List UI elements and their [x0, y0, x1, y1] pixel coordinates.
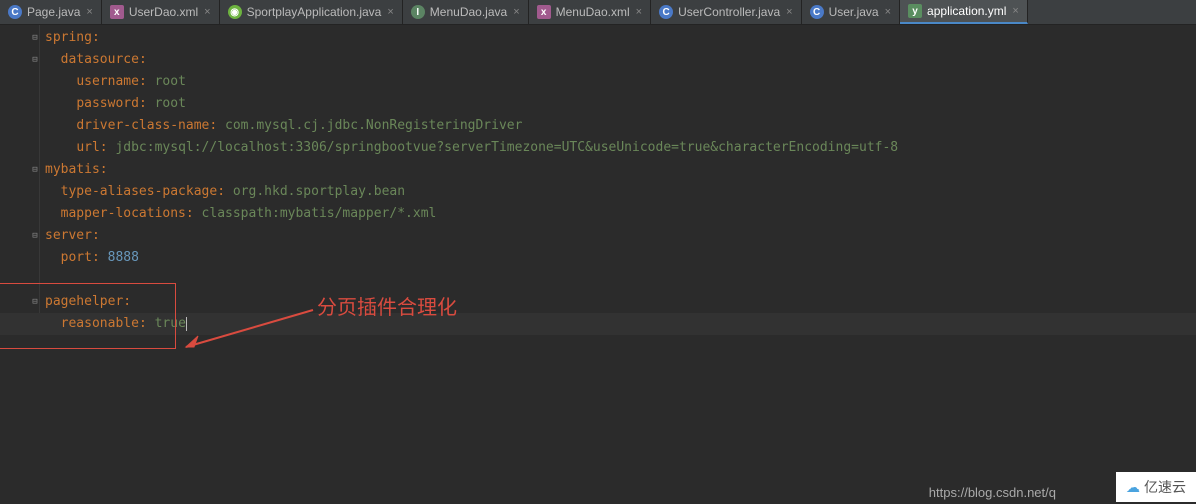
tab-label: UserController.java — [678, 5, 780, 19]
fold-icon[interactable]: ⊟ — [30, 225, 40, 247]
watermark-brand: ☁ 亿速云 — [1116, 472, 1196, 502]
fold-icon[interactable]: ⊟ — [30, 159, 40, 181]
yml-icon: y — [908, 4, 922, 18]
code-line: datasource: — [45, 49, 1196, 71]
close-icon[interactable]: × — [1012, 5, 1018, 17]
close-icon[interactable]: × — [387, 6, 393, 18]
annotation-text: 分页插件合理化 — [317, 297, 457, 319]
cloud-icon: ☁ — [1126, 479, 1140, 496]
code-editor[interactable]: spring: datasource: username: root passw… — [0, 25, 1196, 335]
fold-icon[interactable]: ⊟ — [30, 291, 40, 313]
code-line: password: root — [45, 93, 1196, 115]
xml-icon: x — [110, 5, 124, 19]
annotation-arrow — [178, 305, 318, 355]
close-icon[interactable]: × — [636, 6, 642, 18]
code-line: port: 8888 — [45, 247, 1196, 269]
close-icon[interactable]: × — [513, 6, 519, 18]
java-icon: C — [8, 5, 22, 19]
tab-application-yml[interactable]: y application.yml × — [900, 0, 1028, 24]
java-icon: C — [659, 5, 673, 19]
watermark-url: https://blog.csdn.net/q — [929, 485, 1056, 500]
tab-label: UserDao.xml — [129, 5, 198, 19]
java-icon: C — [810, 5, 824, 19]
tab-Page-java[interactable]: C Page.java × — [0, 0, 102, 24]
code-line: mapper-locations: classpath:mybatis/mapp… — [45, 203, 1196, 225]
close-icon[interactable]: × — [786, 6, 792, 18]
code-line: username: root — [45, 71, 1196, 93]
code-line: mybatis: — [45, 159, 1196, 181]
code-line: url: jdbc:mysql://localhost:3306/springb… — [45, 137, 1196, 159]
tab-UserDao-xml[interactable]: x UserDao.xml × — [102, 0, 220, 24]
tab-MenuDao-java[interactable]: I MenuDao.java × — [403, 0, 529, 24]
tab-UserController-java[interactable]: C UserController.java × — [651, 0, 801, 24]
interface-icon: I — [411, 5, 425, 19]
tab-SportplayApplication-java[interactable]: ◉ SportplayApplication.java × — [220, 0, 403, 24]
tab-MenuDao-xml[interactable]: x MenuDao.xml × — [529, 0, 651, 24]
code-line: server: — [45, 225, 1196, 247]
fold-icon[interactable]: ⊟ — [30, 49, 40, 71]
tab-label: SportplayApplication.java — [247, 5, 382, 19]
close-icon[interactable]: × — [86, 6, 92, 18]
code-line: type-aliases-package: org.hkd.sportplay.… — [45, 181, 1196, 203]
xml-icon: x — [537, 5, 551, 19]
tab-label: Page.java — [27, 5, 80, 19]
tab-label: MenuDao.java — [430, 5, 507, 19]
code-line: driver-class-name: com.mysql.cj.jdbc.Non… — [45, 115, 1196, 137]
editor-tabs: C Page.java × x UserDao.xml × ◉ SportplayApplic… — [0, 0, 1196, 25]
code-line: spring: — [45, 27, 1196, 49]
tab-label: application.yml — [927, 4, 1006, 18]
tab-User-java[interactable]: C User.java × — [802, 0, 900, 24]
spring-icon: ◉ — [228, 5, 242, 19]
tab-label: MenuDao.xml — [556, 5, 630, 19]
tab-label: User.java — [829, 5, 879, 19]
code-line — [45, 269, 1196, 291]
fold-icon[interactable]: ⊟ — [30, 27, 40, 49]
close-icon[interactable]: × — [885, 6, 891, 18]
close-icon[interactable]: × — [204, 6, 210, 18]
